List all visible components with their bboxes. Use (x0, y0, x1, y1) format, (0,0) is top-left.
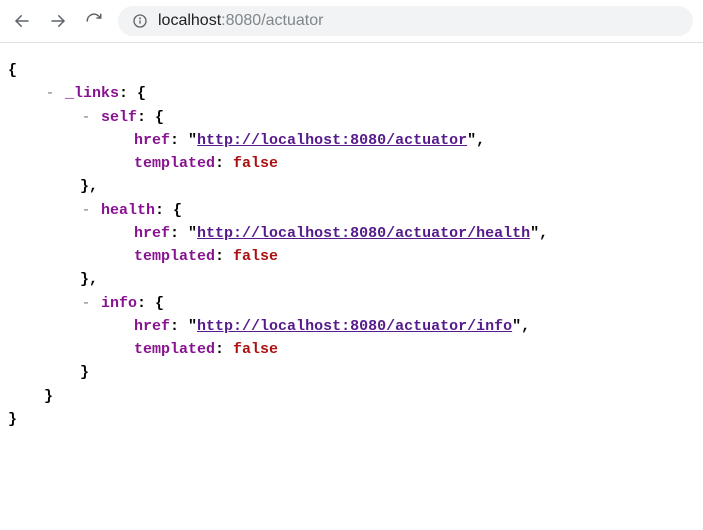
url-port: :8080 (221, 12, 261, 29)
info-href-line: href: "http://localhost:8080/actuator/in… (8, 315, 695, 338)
back-button[interactable] (10, 9, 34, 33)
links-close: } (8, 385, 695, 408)
info-templated-line: templated: false (8, 338, 695, 361)
info-icon (132, 13, 148, 29)
health-templated-line: templated: false (8, 245, 695, 268)
self-templated-line: templated: false (8, 152, 695, 175)
url-host: localhost (158, 12, 221, 29)
root-open: { (8, 59, 695, 82)
self-close: }, (8, 175, 695, 198)
arrow-right-icon (49, 12, 67, 30)
collapse-toggle-icon[interactable]: - (80, 106, 92, 129)
url-text: localhost:8080/actuator (158, 12, 323, 30)
info-close: } (8, 361, 695, 384)
browser-toolbar: localhost:8080/actuator (0, 0, 703, 43)
health-close: }, (8, 268, 695, 291)
links-open: - _links: { (8, 82, 695, 105)
self-href-line: href: "http://localhost:8080/actuator", (8, 129, 695, 152)
self-href-link[interactable]: http://localhost:8080/actuator (197, 132, 467, 149)
reload-button[interactable] (82, 9, 106, 33)
collapse-toggle-icon[interactable]: - (80, 292, 92, 315)
collapse-toggle-icon[interactable]: - (44, 82, 56, 105)
url-path: /actuator (261, 12, 323, 29)
collapse-toggle-icon[interactable]: - (80, 199, 92, 222)
reload-icon (85, 12, 103, 30)
address-bar[interactable]: localhost:8080/actuator (118, 6, 693, 36)
root-close: } (8, 408, 695, 431)
health-href-link[interactable]: http://localhost:8080/actuator/health (197, 225, 530, 242)
info-href-link[interactable]: http://localhost:8080/actuator/info (197, 318, 512, 335)
health-href-line: href: "http://localhost:8080/actuator/he… (8, 222, 695, 245)
json-viewer: { - _links: { - self: { href: "http://lo… (0, 43, 703, 447)
info-open: - info: { (8, 292, 695, 315)
health-open: - health: { (8, 199, 695, 222)
arrow-left-icon (13, 12, 31, 30)
forward-button[interactable] (46, 9, 70, 33)
self-open: - self: { (8, 106, 695, 129)
